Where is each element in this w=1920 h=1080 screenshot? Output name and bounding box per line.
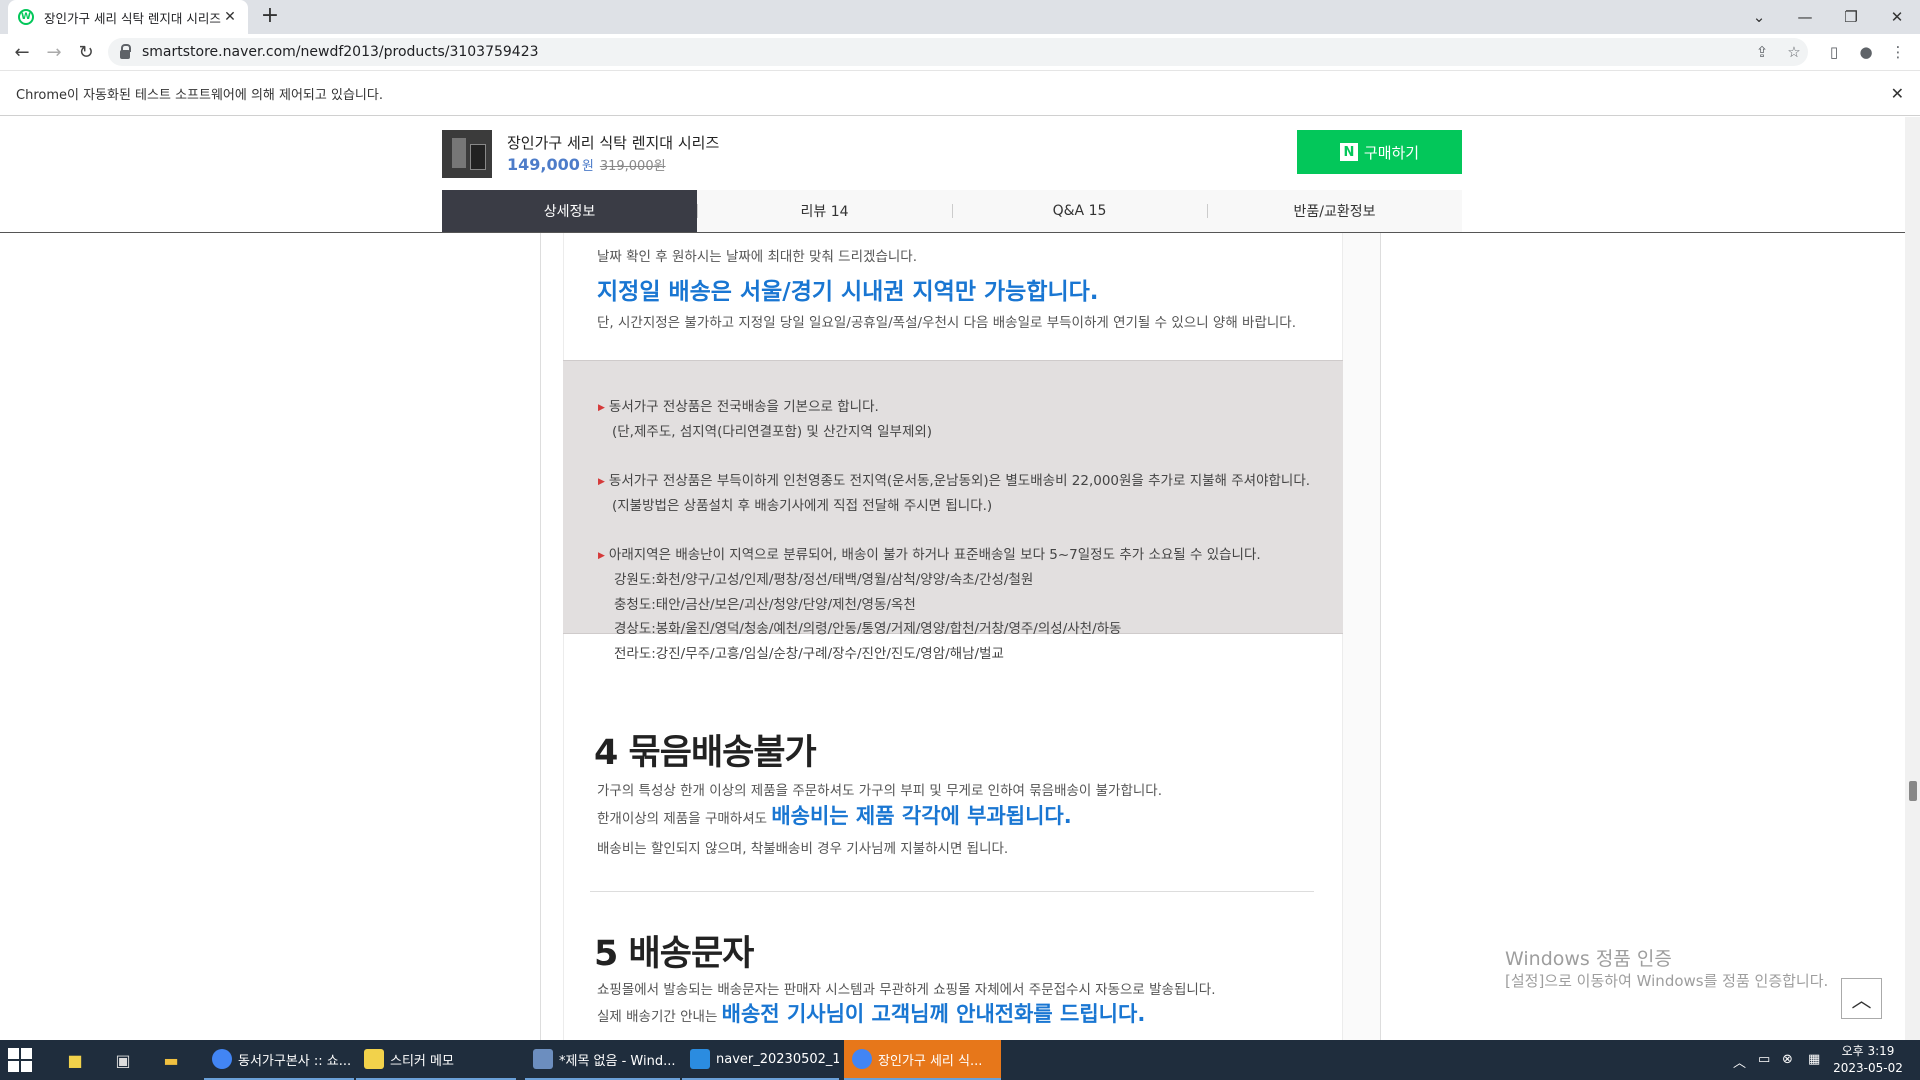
infobar-text: Chrome이 자동화된 테스트 소프트웨어에 의해 제어되고 있습니다. <box>16 87 383 103</box>
windows-activation-subtitle: [설정]으로 이동하여 Windows를 정품 인증합니다. <box>1505 972 1829 990</box>
red-triangle-bullet-icon: ▶ <box>598 477 605 487</box>
notice-line: (지불방법은 상품설치 후 배송기사에게 직접 전달해 주시면 됩니다.) <box>612 498 993 514</box>
close-icon[interactable]: ✕ <box>1874 0 1920 34</box>
automation-infobar: Chrome이 자동화된 테스트 소프트웨어에 의해 제어되고 있습니다. ✕ <box>0 70 1920 116</box>
address-text: smartstore.naver.com/newdf2013/products/… <box>142 44 539 60</box>
network-icon[interactable]: ▭ <box>1758 1052 1770 1067</box>
section-4-line1: 가구의 특성상 한개 이상의 제품을 주문하셔도 가구의 부피 및 무게로 인하… <box>597 783 1163 799</box>
product-tabs: 상세정보 리뷰 14 Q&A 15 반품/교환정보 <box>442 190 1462 232</box>
address-bar[interactable]: smartstore.naver.com/newdf2013/products/… <box>108 38 1808 66</box>
product-thumbnail[interactable] <box>442 130 492 178</box>
original-price: 319,000원 <box>599 159 666 174</box>
media-app-icon[interactable]: ▣ <box>108 1046 138 1074</box>
clock-date: 2023-05-02 <box>1833 1061 1903 1075</box>
windows-activation-title: Windows 정품 인증 <box>1505 948 1672 970</box>
side-gutter <box>1343 117 1381 1040</box>
date-confirm-text: 날짜 확인 후 원하시는 날짜에 최대한 맞춰 드리겠습니다. <box>597 249 917 265</box>
region-line: 경상도:봉화/울진/영덕/청송/예천/의령/안동/통영/거제/영양/합천/거창/… <box>614 621 1122 637</box>
vscode-icon <box>690 1049 710 1069</box>
notice-line: ▶ 동서가구 전상품은 전국배송을 기본으로 합니다. <box>598 399 879 415</box>
section-4-line2: 한개이상의 제품을 구매하셔도 배송비는 제품 각각에 부과됩니다. <box>597 804 1072 828</box>
red-triangle-bullet-icon: ▶ <box>598 551 605 561</box>
section-5-line1: 쇼핑몰에서 발송되는 배송문자는 판매자 시스템과 무관하게 쇼핑몰 자체에서 … <box>597 982 1216 998</box>
product-price: 149,000 원 319,000원 <box>507 155 666 174</box>
tab-detail-info[interactable]: 상세정보 <box>442 190 697 232</box>
infobar-close-icon[interactable]: ✕ <box>1891 84 1904 103</box>
tab-strip: W 장인가구 세리 식탁 렌지대 시리즈 ✕ + ⌄ — ❐ ✕ <box>0 0 1920 34</box>
taskbar-clock[interactable]: 오후 3:19 2023-05-02 <box>1828 1043 1908 1077</box>
red-triangle-bullet-icon: ▶ <box>598 403 605 413</box>
designated-delivery-headline: 지정일 배송은 서울/경기 시내권 지역만 가능합니다. <box>597 279 1099 305</box>
sticky-product-header: 장인가구 세리 식탁 렌지대 시리즈 149,000 원 319,000원 N 구매… <box>0 117 1905 233</box>
windows-taskbar: ■ ▣ ▬ 동서가구본사 :: 쇼... 스티커 메모 *제목 없음 - Win… <box>0 1040 1920 1080</box>
sticky-notes-icon <box>364 1049 384 1069</box>
notice-line: ▶ 동서가구 전상품은 부득이하게 인천영종도 전지역(운서동,운남동외)은 별도… <box>598 473 1311 489</box>
taskbar-item-chrome-dongseo[interactable]: 동서가구본사 :: 쇼... <box>204 1040 354 1080</box>
buy-button[interactable]: N 구매하기 <box>1297 130 1462 174</box>
product-name: 장인가구 세리 식탁 렌지대 시리즈 <box>507 134 720 152</box>
chrome-icon <box>852 1049 872 1069</box>
taskbar-item-notepad[interactable]: *제목 없음 - Wind... <box>525 1040 680 1080</box>
scroll-to-top-button[interactable]: ︿ <box>1841 978 1882 1019</box>
naver-store-favicon-icon: W <box>18 9 34 25</box>
windows-start-icon[interactable] <box>8 1048 38 1072</box>
tray-overflow-chevron-icon[interactable]: ︿ <box>1733 1052 1746 1071</box>
section-divider <box>590 891 1314 892</box>
tab-qna[interactable]: Q&A 15 <box>952 190 1207 232</box>
forward-icon[interactable]: → <box>42 40 66 64</box>
designated-delivery-note: 단, 시간지정은 불가하고 지정일 당일 일요일/공휴일/폭설/우천시 다음 배… <box>597 315 1297 331</box>
input-method-icon[interactable]: ▦ <box>1808 1052 1820 1067</box>
naver-n-icon: N <box>1339 143 1358 161</box>
scrollbar-thumb[interactable] <box>1909 781 1917 801</box>
page-scrollbar[interactable] <box>1905 117 1920 1040</box>
browser-toolbar: ← → ↻ smartstore.naver.com/newdf2013/pro… <box>0 34 1920 70</box>
reload-icon[interactable]: ↻ <box>74 40 98 64</box>
notice-line: (단,제주도, 섬지역(다리연결포함) 및 산간지역 일부제외) <box>612 424 933 440</box>
tab-reviews[interactable]: 리뷰 14 <box>697 190 952 232</box>
taskbar-item-vscode[interactable]: naver_20230502_1... <box>682 1040 839 1080</box>
share-icon[interactable]: ⇪ <box>1752 42 1772 62</box>
chrome-icon <box>212 1049 232 1069</box>
chevron-up-icon: ︿ <box>1851 988 1872 1012</box>
region-line: 강원도:화천/양구/고성/인제/평창/정선/태백/영월/삼척/양양/속초/간성/… <box>614 572 1034 588</box>
section-4-title: 4 묶음배송불가 <box>594 733 817 773</box>
page-viewport: 날짜 확인 후 원하시는 날짜에 최대한 맞춰 드리겠습니다. 지정일 배송은 … <box>0 117 1920 1040</box>
maps-app-icon[interactable]: ■ <box>60 1046 90 1074</box>
taskbar-item-sticky-notes[interactable]: 스티커 메모 <box>356 1040 516 1080</box>
minimize-icon[interactable]: — <box>1782 0 1828 34</box>
region-line: 충청도:태안/금산/보은/괴산/청양/단양/제천/영동/옥천 <box>614 597 916 613</box>
tab-search-icon[interactable]: ⌄ <box>1736 0 1782 34</box>
file-explorer-icon[interactable]: ▬ <box>156 1046 186 1074</box>
clock-time: 오후 3:19 <box>1841 1044 1895 1058</box>
tab-return-exchange[interactable]: 반품/교환정보 <box>1207 190 1462 232</box>
taskbar-item-chrome-active[interactable]: 장인가구 세리 식... <box>844 1040 1001 1080</box>
tab-title: 장인가구 세리 식탁 렌지대 시리즈 <box>44 10 221 26</box>
tab-close-icon[interactable]: ✕ <box>222 9 238 25</box>
maximize-icon[interactable]: ❐ <box>1828 0 1874 34</box>
back-icon[interactable]: ← <box>10 40 34 64</box>
section-4-line3: 배송비는 할인되지 않으며, 착불배송비 경우 기사님께 지불하시면 됩니다. <box>597 841 1009 857</box>
notice-line: ▶ 아래지역은 배송난이 지역으로 분류되어, 배송이 불가 하거나 표준배송일 … <box>598 547 1261 563</box>
menu-icon[interactable]: ⋮ <box>1888 42 1908 62</box>
profile-icon[interactable]: ● <box>1856 42 1876 62</box>
lock-icon[interactable] <box>120 43 131 59</box>
browser-tab[interactable]: W 장인가구 세리 식탁 렌지대 시리즈 ✕ <box>8 0 248 34</box>
section-5-title: 5 배송문자 <box>594 934 754 974</box>
notepad-icon <box>533 1049 553 1069</box>
volume-muted-icon[interactable]: ⊗ <box>1782 1052 1793 1067</box>
new-tab-button[interactable]: + <box>256 4 284 30</box>
side-panel-icon[interactable]: ▯ <box>1824 42 1844 62</box>
region-line: 전라도:강진/무주/고흥/임실/순창/구례/장수/진안/진도/영암/해남/벌교 <box>614 646 1004 662</box>
section-5-line2: 실제 배송기간 안내는 배송전 기사님이 고객님께 안내전화를 드립니다. <box>597 1002 1146 1026</box>
bookmark-star-icon[interactable]: ☆ <box>1784 42 1804 62</box>
